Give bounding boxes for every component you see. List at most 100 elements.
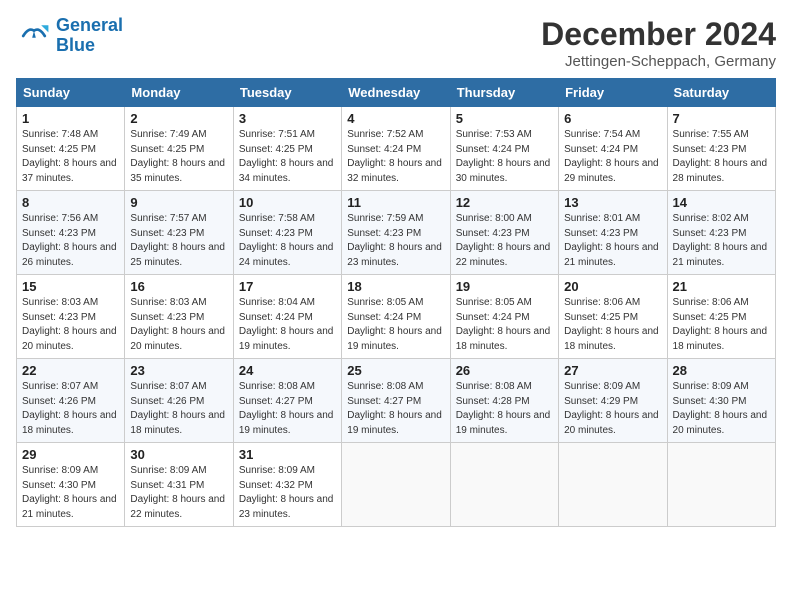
- day-info: Sunrise: 7:57 AM Sunset: 4:23 PM Dayligh…: [130, 213, 225, 268]
- day-number: 5: [456, 111, 553, 126]
- week-row-5: 29 Sunrise: 8:09 AM Sunset: 4:30 PM Dayl…: [17, 443, 776, 527]
- day-cell: [667, 443, 775, 527]
- day-cell: 16 Sunrise: 8:03 AM Sunset: 4:23 PM Dayl…: [125, 275, 233, 359]
- day-number: 31: [239, 447, 336, 462]
- day-cell: 1 Sunrise: 7:48 AM Sunset: 4:25 PM Dayli…: [17, 107, 125, 191]
- day-info: Sunrise: 8:08 AM Sunset: 4:27 PM Dayligh…: [347, 381, 442, 436]
- day-cell: 12 Sunrise: 8:00 AM Sunset: 4:23 PM Dayl…: [450, 191, 558, 275]
- day-number: 13: [564, 195, 661, 210]
- day-info: Sunrise: 8:09 AM Sunset: 4:30 PM Dayligh…: [673, 381, 768, 436]
- day-cell: [342, 443, 450, 527]
- day-cell: 13 Sunrise: 8:01 AM Sunset: 4:23 PM Dayl…: [559, 191, 667, 275]
- day-cell: 10 Sunrise: 7:58 AM Sunset: 4:23 PM Dayl…: [233, 191, 341, 275]
- day-info: Sunrise: 8:02 AM Sunset: 4:23 PM Dayligh…: [673, 213, 768, 268]
- title-block: December 2024 Jettingen-Scheppach, Germa…: [541, 16, 776, 70]
- day-cell: 18 Sunrise: 8:05 AM Sunset: 4:24 PM Dayl…: [342, 275, 450, 359]
- location: Jettingen-Scheppach, Germany: [541, 53, 776, 70]
- day-info: Sunrise: 7:51 AM Sunset: 4:25 PM Dayligh…: [239, 129, 334, 184]
- day-number: 4: [347, 111, 444, 126]
- logo-blue: Blue: [56, 36, 123, 56]
- day-number: 16: [130, 279, 227, 294]
- day-cell: 20 Sunrise: 8:06 AM Sunset: 4:25 PM Dayl…: [559, 275, 667, 359]
- day-number: 6: [564, 111, 661, 126]
- day-number: 3: [239, 111, 336, 126]
- day-cell: 30 Sunrise: 8:09 AM Sunset: 4:31 PM Dayl…: [125, 443, 233, 527]
- day-number: 9: [130, 195, 227, 210]
- day-info: Sunrise: 7:53 AM Sunset: 4:24 PM Dayligh…: [456, 129, 551, 184]
- day-info: Sunrise: 8:03 AM Sunset: 4:23 PM Dayligh…: [22, 297, 117, 352]
- day-info: Sunrise: 7:56 AM Sunset: 4:23 PM Dayligh…: [22, 213, 117, 268]
- day-cell: 31 Sunrise: 8:09 AM Sunset: 4:32 PM Dayl…: [233, 443, 341, 527]
- day-number: 29: [22, 447, 119, 462]
- day-number: 17: [239, 279, 336, 294]
- month-title: December 2024: [541, 16, 776, 53]
- day-cell: 14 Sunrise: 8:02 AM Sunset: 4:23 PM Dayl…: [667, 191, 775, 275]
- day-cell: [450, 443, 558, 527]
- day-number: 11: [347, 195, 444, 210]
- day-number: 1: [22, 111, 119, 126]
- day-cell: 2 Sunrise: 7:49 AM Sunset: 4:25 PM Dayli…: [125, 107, 233, 191]
- day-info: Sunrise: 8:04 AM Sunset: 4:24 PM Dayligh…: [239, 297, 334, 352]
- week-row-4: 22 Sunrise: 8:07 AM Sunset: 4:26 PM Dayl…: [17, 359, 776, 443]
- day-cell: 22 Sunrise: 8:07 AM Sunset: 4:26 PM Dayl…: [17, 359, 125, 443]
- day-number: 28: [673, 363, 770, 378]
- day-cell: 5 Sunrise: 7:53 AM Sunset: 4:24 PM Dayli…: [450, 107, 558, 191]
- day-info: Sunrise: 8:09 AM Sunset: 4:31 PM Dayligh…: [130, 465, 225, 520]
- day-number: 23: [130, 363, 227, 378]
- day-number: 10: [239, 195, 336, 210]
- day-cell: 9 Sunrise: 7:57 AM Sunset: 4:23 PM Dayli…: [125, 191, 233, 275]
- logo-general: General: [56, 15, 123, 35]
- weekday-header-thursday: Thursday: [450, 79, 558, 107]
- day-cell: 24 Sunrise: 8:08 AM Sunset: 4:27 PM Dayl…: [233, 359, 341, 443]
- day-number: 14: [673, 195, 770, 210]
- logo-text: General Blue: [56, 16, 123, 56]
- day-number: 12: [456, 195, 553, 210]
- day-info: Sunrise: 7:52 AM Sunset: 4:24 PM Dayligh…: [347, 129, 442, 184]
- day-cell: 29 Sunrise: 8:09 AM Sunset: 4:30 PM Dayl…: [17, 443, 125, 527]
- day-info: Sunrise: 7:49 AM Sunset: 4:25 PM Dayligh…: [130, 129, 225, 184]
- weekday-header-friday: Friday: [559, 79, 667, 107]
- day-number: 24: [239, 363, 336, 378]
- day-cell: 25 Sunrise: 8:08 AM Sunset: 4:27 PM Dayl…: [342, 359, 450, 443]
- weekday-header-sunday: Sunday: [17, 79, 125, 107]
- weekday-header-monday: Monday: [125, 79, 233, 107]
- day-cell: 8 Sunrise: 7:56 AM Sunset: 4:23 PM Dayli…: [17, 191, 125, 275]
- calendar-table: SundayMondayTuesdayWednesdayThursdayFrid…: [16, 78, 776, 527]
- day-cell: 19 Sunrise: 8:05 AM Sunset: 4:24 PM Dayl…: [450, 275, 558, 359]
- day-number: 22: [22, 363, 119, 378]
- day-number: 30: [130, 447, 227, 462]
- day-number: 15: [22, 279, 119, 294]
- day-info: Sunrise: 7:59 AM Sunset: 4:23 PM Dayligh…: [347, 213, 442, 268]
- weekday-header-tuesday: Tuesday: [233, 79, 341, 107]
- day-info: Sunrise: 8:06 AM Sunset: 4:25 PM Dayligh…: [564, 297, 659, 352]
- day-cell: 7 Sunrise: 7:55 AM Sunset: 4:23 PM Dayli…: [667, 107, 775, 191]
- day-info: Sunrise: 8:00 AM Sunset: 4:23 PM Dayligh…: [456, 213, 551, 268]
- weekday-header-wednesday: Wednesday: [342, 79, 450, 107]
- day-info: Sunrise: 8:06 AM Sunset: 4:25 PM Dayligh…: [673, 297, 768, 352]
- week-row-3: 15 Sunrise: 8:03 AM Sunset: 4:23 PM Dayl…: [17, 275, 776, 359]
- day-cell: 11 Sunrise: 7:59 AM Sunset: 4:23 PM Dayl…: [342, 191, 450, 275]
- day-number: 19: [456, 279, 553, 294]
- day-cell: 3 Sunrise: 7:51 AM Sunset: 4:25 PM Dayli…: [233, 107, 341, 191]
- day-info: Sunrise: 8:09 AM Sunset: 4:32 PM Dayligh…: [239, 465, 334, 520]
- day-info: Sunrise: 7:55 AM Sunset: 4:23 PM Dayligh…: [673, 129, 768, 184]
- logo-icon: [16, 18, 52, 54]
- day-number: 27: [564, 363, 661, 378]
- day-info: Sunrise: 8:03 AM Sunset: 4:23 PM Dayligh…: [130, 297, 225, 352]
- day-info: Sunrise: 7:48 AM Sunset: 4:25 PM Dayligh…: [22, 129, 117, 184]
- day-cell: 17 Sunrise: 8:04 AM Sunset: 4:24 PM Dayl…: [233, 275, 341, 359]
- week-row-1: 1 Sunrise: 7:48 AM Sunset: 4:25 PM Dayli…: [17, 107, 776, 191]
- day-info: Sunrise: 8:08 AM Sunset: 4:27 PM Dayligh…: [239, 381, 334, 436]
- day-number: 21: [673, 279, 770, 294]
- day-cell: 27 Sunrise: 8:09 AM Sunset: 4:29 PM Dayl…: [559, 359, 667, 443]
- day-number: 8: [22, 195, 119, 210]
- day-cell: 23 Sunrise: 8:07 AM Sunset: 4:26 PM Dayl…: [125, 359, 233, 443]
- day-number: 7: [673, 111, 770, 126]
- day-cell: [559, 443, 667, 527]
- day-number: 26: [456, 363, 553, 378]
- day-info: Sunrise: 8:05 AM Sunset: 4:24 PM Dayligh…: [347, 297, 442, 352]
- day-number: 20: [564, 279, 661, 294]
- day-cell: 4 Sunrise: 7:52 AM Sunset: 4:24 PM Dayli…: [342, 107, 450, 191]
- day-info: Sunrise: 7:58 AM Sunset: 4:23 PM Dayligh…: [239, 213, 334, 268]
- weekday-header-saturday: Saturday: [667, 79, 775, 107]
